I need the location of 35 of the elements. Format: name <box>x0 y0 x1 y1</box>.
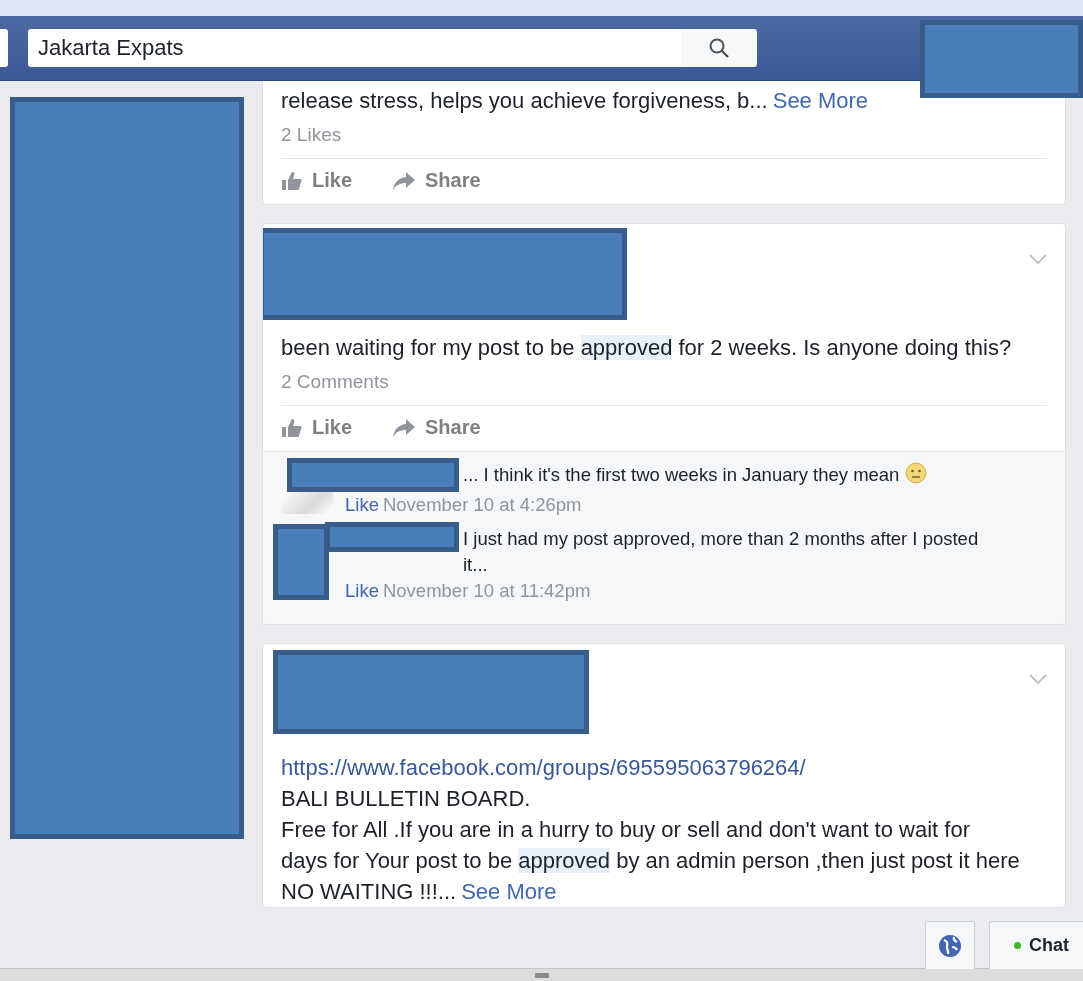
post-text: NO WAITING !!!... <box>281 879 457 904</box>
thumbs-up-icon <box>281 417 303 438</box>
post-link[interactable]: https://www.facebook.com/groups/695595063796264/ <box>281 752 1047 783</box>
thumbs-up-icon <box>281 170 303 191</box>
like-button[interactable]: Like <box>281 416 353 439</box>
chevron-down-icon[interactable] <box>1029 254 1047 264</box>
globe-icon <box>937 932 963 959</box>
see-more-link[interactable]: See More <box>772 88 869 113</box>
see-more-link[interactable]: See More <box>461 879 557 904</box>
share-arrow-icon <box>392 417 417 438</box>
post-text: BALI BULLETIN BOARD. <box>281 785 532 813</box>
avatar <box>281 492 333 514</box>
comment-text: ... I think it's the first two weeks in January they mean <box>463 463 900 487</box>
post-text: Free for All .If you are in a hurry to buy or sell and don't want to wait for days for Your post to be approved by an admin person ,then just post it here <box>281 816 1021 875</box>
scrollbar[interactable] <box>0 968 1083 981</box>
share-arrow-icon <box>392 170 417 191</box>
like-button[interactable]: Like <box>281 169 353 192</box>
like-link[interactable]: Like <box>345 580 379 601</box>
chat-button[interactable]: Chat <box>989 921 1083 969</box>
comment-timestamp[interactable]: November 10 at 11:42pm <box>382 580 591 601</box>
share-button[interactable]: Share <box>392 169 481 192</box>
post-text: been waiting for my post to be approved for 2 weeks. Is anyone doing this? <box>281 334 1013 362</box>
reaction-count[interactable]: 2 Likes <box>281 116 1047 159</box>
search-icon <box>707 36 731 60</box>
comment-text: I just had my post approved, more than 2 months after I posted it... <box>463 527 980 577</box>
notifications-button[interactable] <box>925 921 975 969</box>
search-button[interactable] <box>681 29 757 67</box>
comment-timestamp[interactable]: November 10 at 4:26pm <box>382 494 582 515</box>
logo-icon[interactable] <box>0 29 8 67</box>
post-text: release stress, helps you achieve forgiveness, b... <box>281 88 768 113</box>
chevron-down-icon[interactable] <box>1029 674 1047 684</box>
share-button[interactable]: Share <box>392 416 481 439</box>
like-link[interactable]: Like <box>345 494 379 515</box>
search-field[interactable]: Jakarta Expats <box>28 29 681 67</box>
reaction-count[interactable]: 2 Comments <box>281 363 1047 406</box>
